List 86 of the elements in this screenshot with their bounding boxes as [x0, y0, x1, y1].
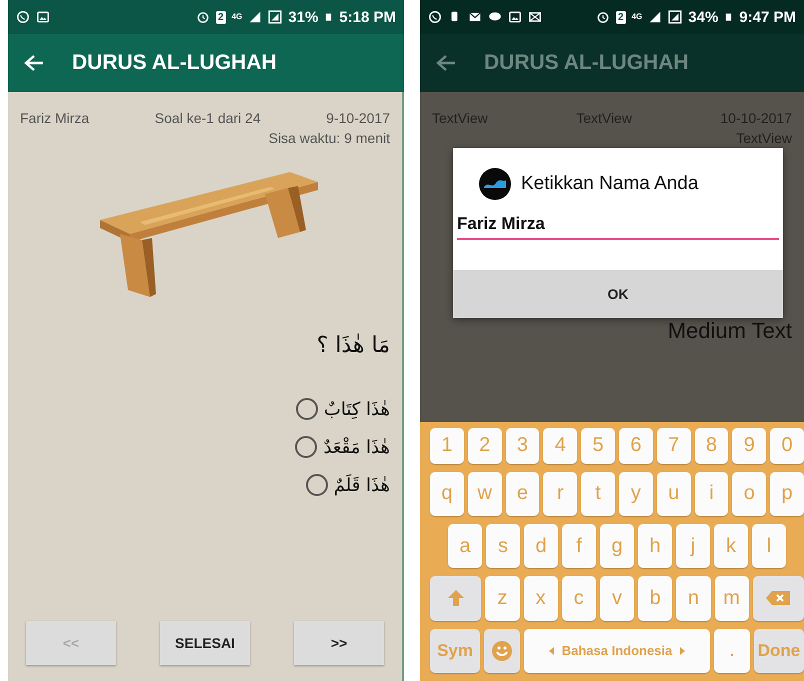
- mail-icon: [468, 10, 482, 24]
- keyboard-key[interactable]: l: [752, 524, 786, 568]
- keyboard-key[interactable]: 5: [581, 428, 615, 464]
- name-input[interactable]: Fariz Mirza: [457, 210, 779, 240]
- left-triangle-icon: [548, 646, 554, 655]
- signal-icon: [648, 10, 662, 24]
- keyboard-key[interactable]: 0: [770, 428, 804, 464]
- network-type: 4G: [232, 13, 242, 21]
- symbols-key[interactable]: Sym: [430, 628, 480, 673]
- image-icon: [508, 10, 522, 24]
- keyboard-key[interactable]: a: [448, 524, 482, 568]
- keyboard-key[interactable]: e: [506, 472, 540, 516]
- up-arrow-icon: [446, 589, 465, 608]
- alarm-icon: [596, 10, 610, 24]
- radio-button[interactable]: [296, 398, 318, 420]
- clock-time: 9:47 PM: [739, 10, 796, 24]
- keyboard-key[interactable]: 3: [506, 428, 540, 464]
- keyboard-key[interactable]: d: [524, 524, 558, 568]
- keyboard-key[interactable]: c: [562, 576, 596, 621]
- ok-button[interactable]: OK: [453, 270, 783, 318]
- sim-indicator: 2: [216, 10, 226, 24]
- keyboard-key[interactable]: 4: [543, 428, 578, 464]
- keyboard-key[interactable]: z: [485, 576, 520, 621]
- keyboard-key[interactable]: h: [638, 524, 672, 568]
- keyboard-key[interactable]: 6: [618, 428, 653, 464]
- back-arrow-icon[interactable]: [436, 54, 456, 72]
- keyboard-key[interactable]: o: [732, 472, 766, 516]
- keyboard-key[interactable]: q: [430, 472, 464, 516]
- keyboard-key[interactable]: v: [600, 576, 634, 621]
- chat-icon: [428, 10, 442, 24]
- answer-option[interactable]: هٰذَا قَلَمٌ: [306, 474, 390, 496]
- app-title: DURUS AL-LUGHAH: [484, 51, 689, 75]
- keyboard-key[interactable]: 2: [468, 428, 502, 464]
- battery-percent: 34%: [688, 10, 718, 24]
- keyboard-key[interactable]: f: [562, 524, 596, 568]
- keyboard-key[interactable]: 9: [732, 428, 766, 464]
- keyboard-key[interactable]: r: [543, 472, 578, 516]
- radio-button[interactable]: [306, 474, 328, 496]
- answer-option[interactable]: هٰذَا مَقْعَدٌ: [295, 436, 390, 458]
- image-icon: [36, 10, 50, 24]
- medium-text: Medium Text: [668, 318, 792, 344]
- right-triangle-icon: [680, 646, 686, 655]
- nav-button[interactable]: SELESAI: [160, 621, 250, 665]
- keyboard-key[interactable]: g: [600, 524, 634, 568]
- sim-indicator: 2: [616, 10, 626, 24]
- date-text: 9-10-2017: [326, 110, 390, 126]
- keyboard-key[interactable]: k: [714, 524, 748, 568]
- time-remaining: Sisa waktu: 9 menit: [268, 130, 390, 146]
- keyboard-key[interactable]: y: [618, 472, 653, 516]
- chat-icon: [16, 10, 30, 24]
- keyboard-key[interactable]: x: [524, 576, 558, 621]
- question-counter: Soal ke-1 dari 24: [154, 110, 261, 126]
- answer-option[interactable]: هٰذَا كِتَابٌ: [296, 398, 390, 420]
- keyboard-key[interactable]: w: [468, 472, 502, 516]
- signal-box-icon: [668, 10, 682, 24]
- keyboard-key[interactable]: u: [656, 472, 691, 516]
- keyboard-key[interactable]: j: [676, 524, 710, 568]
- keyboard-key[interactable]: b: [638, 576, 672, 621]
- signal-icon: [248, 10, 262, 24]
- alarm-icon: [196, 10, 210, 24]
- keyboard-key[interactable]: n: [676, 576, 711, 621]
- keyboard-key[interactable]: 8: [694, 428, 728, 464]
- dialog-title: Ketikkan Nama Anda: [521, 173, 698, 195]
- envelope-icon: [528, 10, 542, 24]
- signal-box-icon: [268, 10, 282, 24]
- keyboard-key[interactable]: p: [770, 472, 804, 516]
- student-name: Fariz Mirza: [20, 110, 90, 126]
- smiley-icon: [491, 640, 514, 662]
- logo-icon: [479, 168, 511, 200]
- keyboard-key[interactable]: 7: [656, 428, 691, 464]
- keyboard-key[interactable]: t: [581, 472, 615, 516]
- done-key[interactable]: Done: [754, 628, 804, 673]
- clock-time: 5:18 PM: [339, 10, 396, 24]
- nav-button[interactable]: >>: [294, 621, 384, 665]
- battery-percent: 31%: [288, 10, 318, 24]
- space-key[interactable]: Bahasa Indonesia: [524, 628, 710, 673]
- app-title: DURUS AL-LUGHAH: [72, 51, 277, 75]
- keyboard-key[interactable]: m: [714, 576, 749, 621]
- network-type: 4G: [632, 13, 642, 21]
- question-text: مَا هٰذَا ؟: [316, 333, 390, 358]
- keyboard-key[interactable]: 1: [430, 428, 464, 464]
- backspace-icon: [766, 591, 790, 606]
- keyboard-key[interactable]: .: [714, 628, 750, 673]
- keyboard-key[interactable]: s: [486, 524, 520, 568]
- keyboard-key[interactable]: i: [694, 472, 728, 516]
- radio-button[interactable]: [295, 436, 318, 458]
